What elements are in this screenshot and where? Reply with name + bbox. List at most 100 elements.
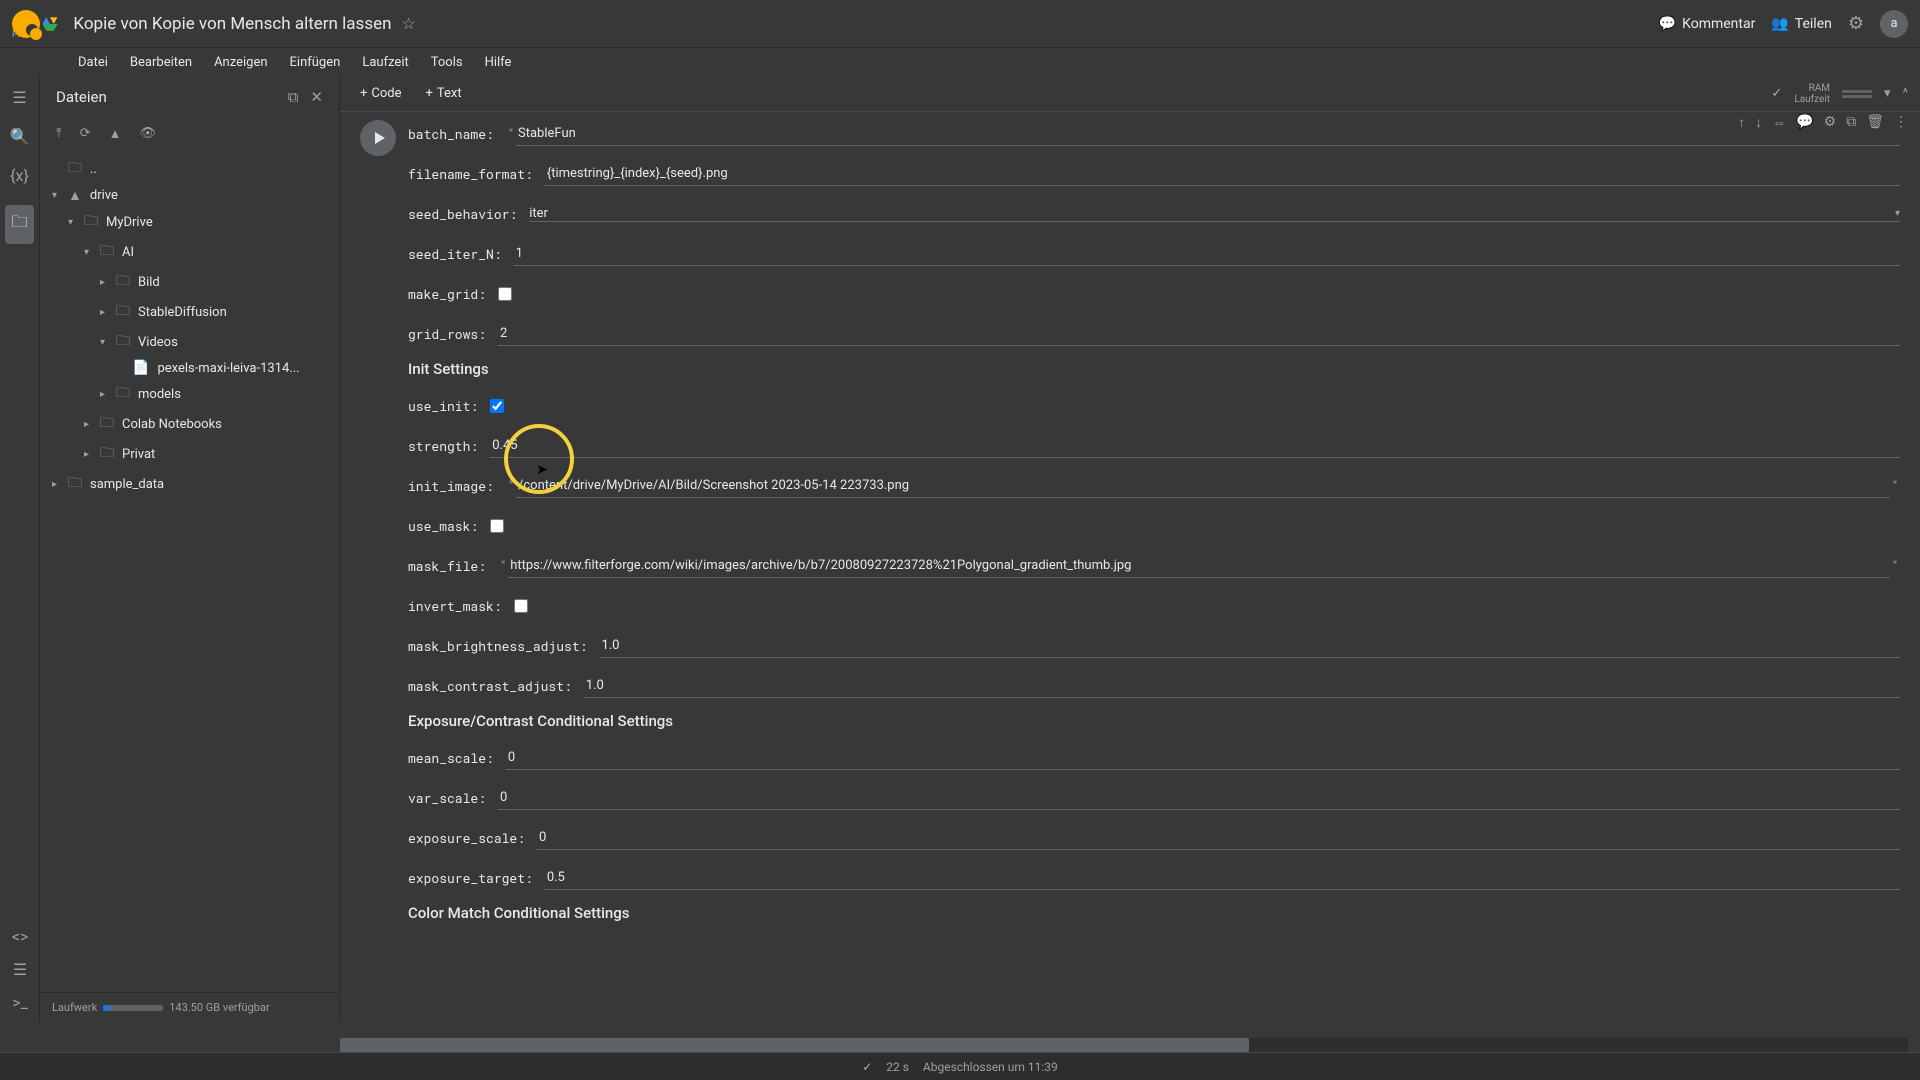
terminal-icon[interactable]: >_ (12, 993, 28, 1012)
invert-mask-checkbox[interactable] (514, 599, 528, 613)
ram-bars (1842, 90, 1872, 98)
tree-stablediffusion[interactable]: ▸🗀StableDiffusion (48, 297, 331, 327)
tree-videos[interactable]: ▾🗀Videos (48, 327, 331, 357)
refresh-icon[interactable]: ⟳ (80, 126, 91, 142)
new-window-icon[interactable]: ⧉ (288, 88, 299, 106)
make-grid-label: make_grid: (408, 285, 486, 303)
tree-ai[interactable]: ▾🗀AI (48, 237, 331, 267)
chevron-down-icon: ▾ (1895, 208, 1900, 219)
add-text-button[interactable]: +Text (418, 82, 470, 105)
var-scale-input[interactable] (498, 786, 1900, 810)
status-check-icon: ✓ (862, 1060, 872, 1074)
seed-behavior-select[interactable]: iter▾ (529, 206, 1900, 222)
use-mask-checkbox[interactable] (490, 519, 504, 533)
user-avatar[interactable]: a (1880, 10, 1908, 38)
files-icon[interactable]: 🗀 (5, 205, 33, 244)
mask-contrast-input[interactable] (584, 674, 1900, 698)
move-up-icon[interactable]: ↑ (1738, 114, 1745, 131)
comment-icon: 💬 (1659, 16, 1676, 32)
mask-brightness-input[interactable] (599, 634, 1900, 658)
comment-button[interactable]: 💬Kommentar (1659, 16, 1756, 32)
filename-format-input[interactable] (545, 162, 1900, 186)
search-icon[interactable]: 🔍 (10, 127, 30, 146)
tree-colab[interactable]: ▸🗀Colab Notebooks (48, 409, 331, 439)
settings-cell-icon[interactable]: ⚙ (1824, 114, 1837, 131)
move-down-icon[interactable]: ↓ (1755, 114, 1762, 131)
batch-name-label: batch_name: (408, 125, 494, 143)
add-code-button[interactable]: +Code (352, 82, 410, 105)
tree-parent[interactable]: 🗀.. (48, 154, 331, 184)
menu-einfuegen[interactable]: Einfügen (282, 53, 349, 72)
status-time: 22 s (886, 1060, 909, 1074)
tree-sample-data[interactable]: ▸🗀sample_data (48, 469, 331, 499)
grid-rows-label: grid_rows: (408, 325, 486, 343)
vars-icon[interactable]: {x} (10, 166, 29, 185)
batch-name-input[interactable] (516, 122, 1900, 146)
mask-brightness-label: mask_brightness_adjust: (408, 637, 587, 655)
exposure-title: Exposure/Contrast Conditional Settings (408, 712, 1900, 730)
notebook-area[interactable]: ↑ ↓ ⇔ 💬 ⚙ ⧉ 🗑 ⋮ batch_name:" filename_fo… (340, 112, 1920, 1022)
menu-datei[interactable]: Datei (70, 53, 116, 72)
mirror-icon[interactable]: ⧉ (1846, 114, 1856, 131)
init-image-input[interactable] (516, 474, 1890, 498)
mean-scale-input[interactable] (506, 746, 1900, 770)
people-icon: 👥 (1771, 16, 1788, 32)
toc-icon[interactable]: ☰ (12, 88, 26, 107)
runtime-dropdown-icon[interactable]: ▾ (1884, 86, 1891, 101)
use-init-checkbox[interactable] (490, 399, 504, 413)
delete-cell-icon[interactable]: 🗑 (1866, 114, 1884, 131)
menu-tools[interactable]: Tools (423, 53, 471, 72)
seed-behavior-label: seed_behavior: (408, 205, 517, 223)
app-header: PRO Kopie von Kopie von Mensch altern la… (0, 0, 1920, 48)
share-button[interactable]: 👥Teilen (1771, 16, 1832, 32)
make-grid-checkbox[interactable] (498, 287, 512, 301)
seed-iter-input[interactable] (514, 242, 1900, 266)
menu-bearbeiten[interactable]: Bearbeiten (122, 53, 200, 72)
tree-mydrive[interactable]: ▾🗀MyDrive (48, 207, 331, 237)
hide-icon[interactable]: 👁 (140, 126, 157, 142)
strength-input[interactable] (490, 434, 1900, 458)
tree-privat[interactable]: ▸🗀Privat (48, 439, 331, 469)
status-bar: ✓ 22 s Abgeschlossen um 11:39 (0, 1052, 1920, 1080)
notebook-title[interactable]: Kopie von Kopie von Mensch altern lassen (73, 14, 391, 34)
ram-indicator[interactable]: RAM Laufzeit (1794, 83, 1830, 105)
tree-bild[interactable]: ▸🗀Bild (48, 267, 331, 297)
status-completed: Abgeschlossen um 11:39 (923, 1060, 1058, 1074)
horizontal-scrollbar[interactable] (340, 1038, 1908, 1052)
mask-file-input[interactable] (508, 554, 1890, 578)
settings-icon[interactable]: ⚙ (1848, 13, 1864, 34)
menu-anzeigen[interactable]: Anzeigen (206, 53, 275, 72)
files-sidebar: Dateien ⧉ ✕ ⤒ ⟳ ▲ 👁 🗀.. ▾▲drive ▾🗀MyDriv… (40, 76, 340, 1022)
upload-icon[interactable]: ⤒ (56, 126, 62, 142)
toggle-header-icon[interactable]: ^ (1903, 86, 1908, 101)
link-icon[interactable]: ⇔ (1772, 114, 1786, 131)
close-sidebar-icon[interactable]: ✕ (310, 88, 323, 106)
exposure-scale-input[interactable] (537, 826, 1900, 850)
mount-drive-icon[interactable]: ▲ (109, 126, 122, 142)
command-palette-icon[interactable]: ☰ (13, 960, 27, 979)
tree-models[interactable]: ▸🗀models (48, 379, 331, 409)
init-image-label: init_image: (408, 477, 494, 495)
menu-laufzeit[interactable]: Laufzeit (354, 53, 416, 72)
comment-cell-icon[interactable]: 💬 (1796, 114, 1813, 131)
filename-format-label: filename_format: (408, 165, 533, 183)
code-snippets-icon[interactable]: <> (12, 927, 29, 946)
tree-pexels-file[interactable]: 📄pexels-maxi-leiva-1314... (48, 357, 331, 379)
file-tree: 🗀.. ▾▲drive ▾🗀MyDrive ▾🗀AI ▸🗀Bild ▸🗀Stab… (40, 150, 339, 992)
run-cell-button[interactable] (360, 120, 396, 156)
seed-iter-label: seed_iter_N: (408, 245, 502, 263)
more-icon[interactable]: ⋮ (1894, 114, 1908, 131)
drive-icon (41, 15, 59, 33)
exposure-target-input[interactable] (545, 866, 1900, 890)
menu-bar: Datei Bearbeiten Anzeigen Einfügen Laufz… (0, 48, 1920, 76)
exposure-target-label: exposure_target: (408, 869, 533, 887)
form-cell: ↑ ↓ ⇔ 💬 ⚙ ⧉ 🗑 ⋮ batch_name:" filename_fo… (360, 112, 1920, 944)
tree-drive[interactable]: ▾▲drive (48, 184, 331, 207)
left-rail: ☰ 🔍 {x} 🗀 (0, 76, 40, 1022)
cell-toolbar: ↑ ↓ ⇔ 💬 ⚙ ⧉ 🗑 ⋮ (1738, 114, 1908, 131)
grid-rows-input[interactable] (498, 322, 1900, 346)
star-icon[interactable]: ☆ (402, 14, 416, 33)
sidebar-title: Dateien (56, 88, 107, 106)
color-match-title: Color Match Conditional Settings (408, 904, 1900, 922)
menu-hilfe[interactable]: Hilfe (477, 53, 520, 72)
